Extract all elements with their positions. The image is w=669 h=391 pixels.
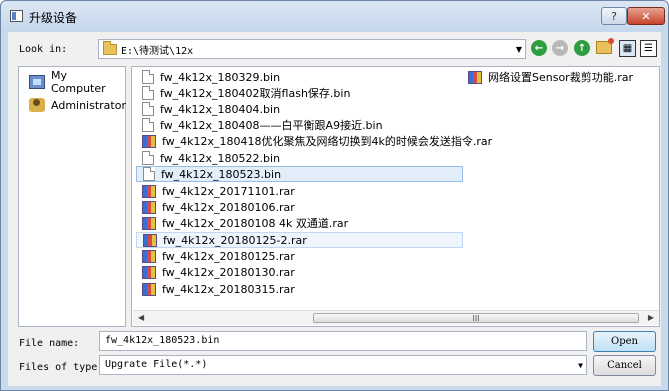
file-name: fw_4k12x_20180125-2.rar [163,233,307,247]
dialog-body: Look in: E:\待测试\12x ▼ ← → ↑ ▦ ☰ My Compu… [8,32,661,386]
scroll-right-icon[interactable]: ▶ [648,313,654,322]
upgrade-dialog: 升级设备 ? ✕ Look in: E:\待测试\12x ▼ ← → ↑ ▦ ☰… [0,0,669,391]
back-button[interactable]: ← [531,40,547,56]
new-folder-icon[interactable] [596,38,614,54]
chevron-down-icon[interactable]: ▼ [578,361,583,370]
file-name: fw_4k12x_180404.bin [160,102,281,116]
archive-icon [142,249,156,263]
file-list[interactable]: fw_4k12x_180329.bin fw_4k12x_180402取消fla… [131,66,660,327]
file-icon [142,86,154,100]
list-item[interactable]: 网络设置Sensor裁剪功能.rar [462,69,633,85]
archive-icon [468,70,482,84]
list-item[interactable]: fw_4k12x_20180130.rar [136,264,295,280]
file-name: fw_4k12x_20180130.rar [162,265,295,279]
scroll-thumb[interactable]: III [313,313,639,323]
archive-icon [142,265,156,279]
file-name: fw_4k12x_180522.bin [160,151,281,165]
file-name: fw_4k12x_180418优化聚焦及网络切换到4k的时候会发送指令.rar [162,135,493,148]
file-type-value: Upgrate File(*.*) [105,359,208,370]
file-name: fw_4k12x_20180108 4k 双通道.rar [162,217,349,230]
arrow-left-icon: ← [534,42,544,54]
chevron-down-icon[interactable]: ▼ [516,45,522,54]
close-button[interactable]: ✕ [627,7,665,25]
sidebar-item-administrator[interactable]: Administrator [29,96,126,114]
file-icon [142,151,154,165]
scroll-left-icon[interactable]: ◀ [138,313,144,322]
file-name: 网络设置Sensor裁剪功能.rar [488,71,633,84]
look-in-label: Look in: [19,44,68,55]
list-item-selected[interactable]: fw_4k12x_180523.bin [136,166,463,182]
sidebar-item-label: My Computer [50,69,106,95]
list-item[interactable]: fw_4k12x_20180108 4k 双通道.rar [136,215,348,231]
list-item[interactable]: fw_4k12x_20180315.rar [136,281,295,297]
file-name-label: File name: [19,338,80,349]
arrow-right-icon: → [555,42,565,54]
list-item[interactable]: fw_4k12x_180402取消flash保存.bin [136,85,350,101]
list-item[interactable]: fw_4k12x_180522.bin [136,150,280,166]
file-name-field[interactable]: fw_4k12x_180523.bin [99,331,587,351]
title-bar[interactable]: 升级设备 ? ✕ [1,1,668,32]
file-icon [142,118,154,132]
help-button[interactable]: ? [601,7,627,25]
file-name: fw_4k12x_20180106.rar [162,200,295,214]
folder-icon [103,40,117,55]
file-icon [143,167,155,181]
horizontal-scrollbar[interactable]: ◀ III ▶ [133,310,659,325]
look-in-path: E:\待测试\12x [121,45,194,57]
file-icon [142,102,154,116]
computer-icon [29,75,45,89]
detail-view-icon[interactable]: ☰ [640,40,657,57]
sidebar-item-my-computer[interactable]: My Computer [29,69,125,95]
open-button[interactable]: Open [593,331,656,352]
list-item-hover[interactable]: fw_4k12x_20180125-2.rar [136,232,463,248]
user-folder-icon [29,98,45,112]
file-name: fw_4k12x_20180315.rar [162,282,295,296]
cancel-button[interactable]: Cancel [593,355,656,376]
file-name: fw_4k12x_180402取消flash保存.bin [160,87,351,100]
list-item[interactable]: fw_4k12x_180329.bin [136,69,280,85]
archive-icon [143,233,157,247]
arrow-up-icon: ↑ [577,42,587,54]
list-item[interactable]: fw_4k12x_180404.bin [136,101,280,117]
file-name: fw_4k12x_180523.bin [161,167,282,181]
window-icon [10,10,23,22]
forward-button[interactable]: → [552,40,568,56]
grip-icon: III [472,313,480,323]
look-in-combo[interactable]: E:\待测试\12x ▼ [98,39,526,59]
file-name: fw_4k12x_180408——白平衡跟A9接近.bin [160,119,383,132]
archive-icon [142,134,156,148]
archive-icon [142,200,156,214]
list-item[interactable]: fw_4k12x_180418优化聚焦及网络切换到4k的时候会发送指令.rar [136,133,492,149]
window-title: 升级设备 [29,11,78,25]
list-view-icon[interactable]: ▦ [619,40,636,57]
list-item[interactable]: fw_4k12x_20180125.rar [136,248,295,264]
archive-icon [142,216,156,230]
file-name: fw_4k12x_20171101.rar [162,184,295,198]
archive-icon [142,184,156,198]
places-sidebar: My Computer Administrator [18,66,126,327]
file-type-label: Files of type: [19,362,104,373]
file-type-select[interactable]: Upgrate File(*.*) ▼ [99,355,587,375]
list-item[interactable]: fw_4k12x_180408——白平衡跟A9接近.bin [136,117,383,133]
file-name: fw_4k12x_180329.bin [160,70,281,84]
sidebar-item-label: Administrator [51,98,126,112]
archive-icon [142,282,156,296]
list-item[interactable]: fw_4k12x_20180106.rar [136,199,295,215]
parent-folder-button[interactable]: ↑ [574,40,590,56]
file-name: fw_4k12x_20180125.rar [162,249,295,263]
file-icon [142,70,154,84]
list-item[interactable]: fw_4k12x_20171101.rar [136,183,295,199]
